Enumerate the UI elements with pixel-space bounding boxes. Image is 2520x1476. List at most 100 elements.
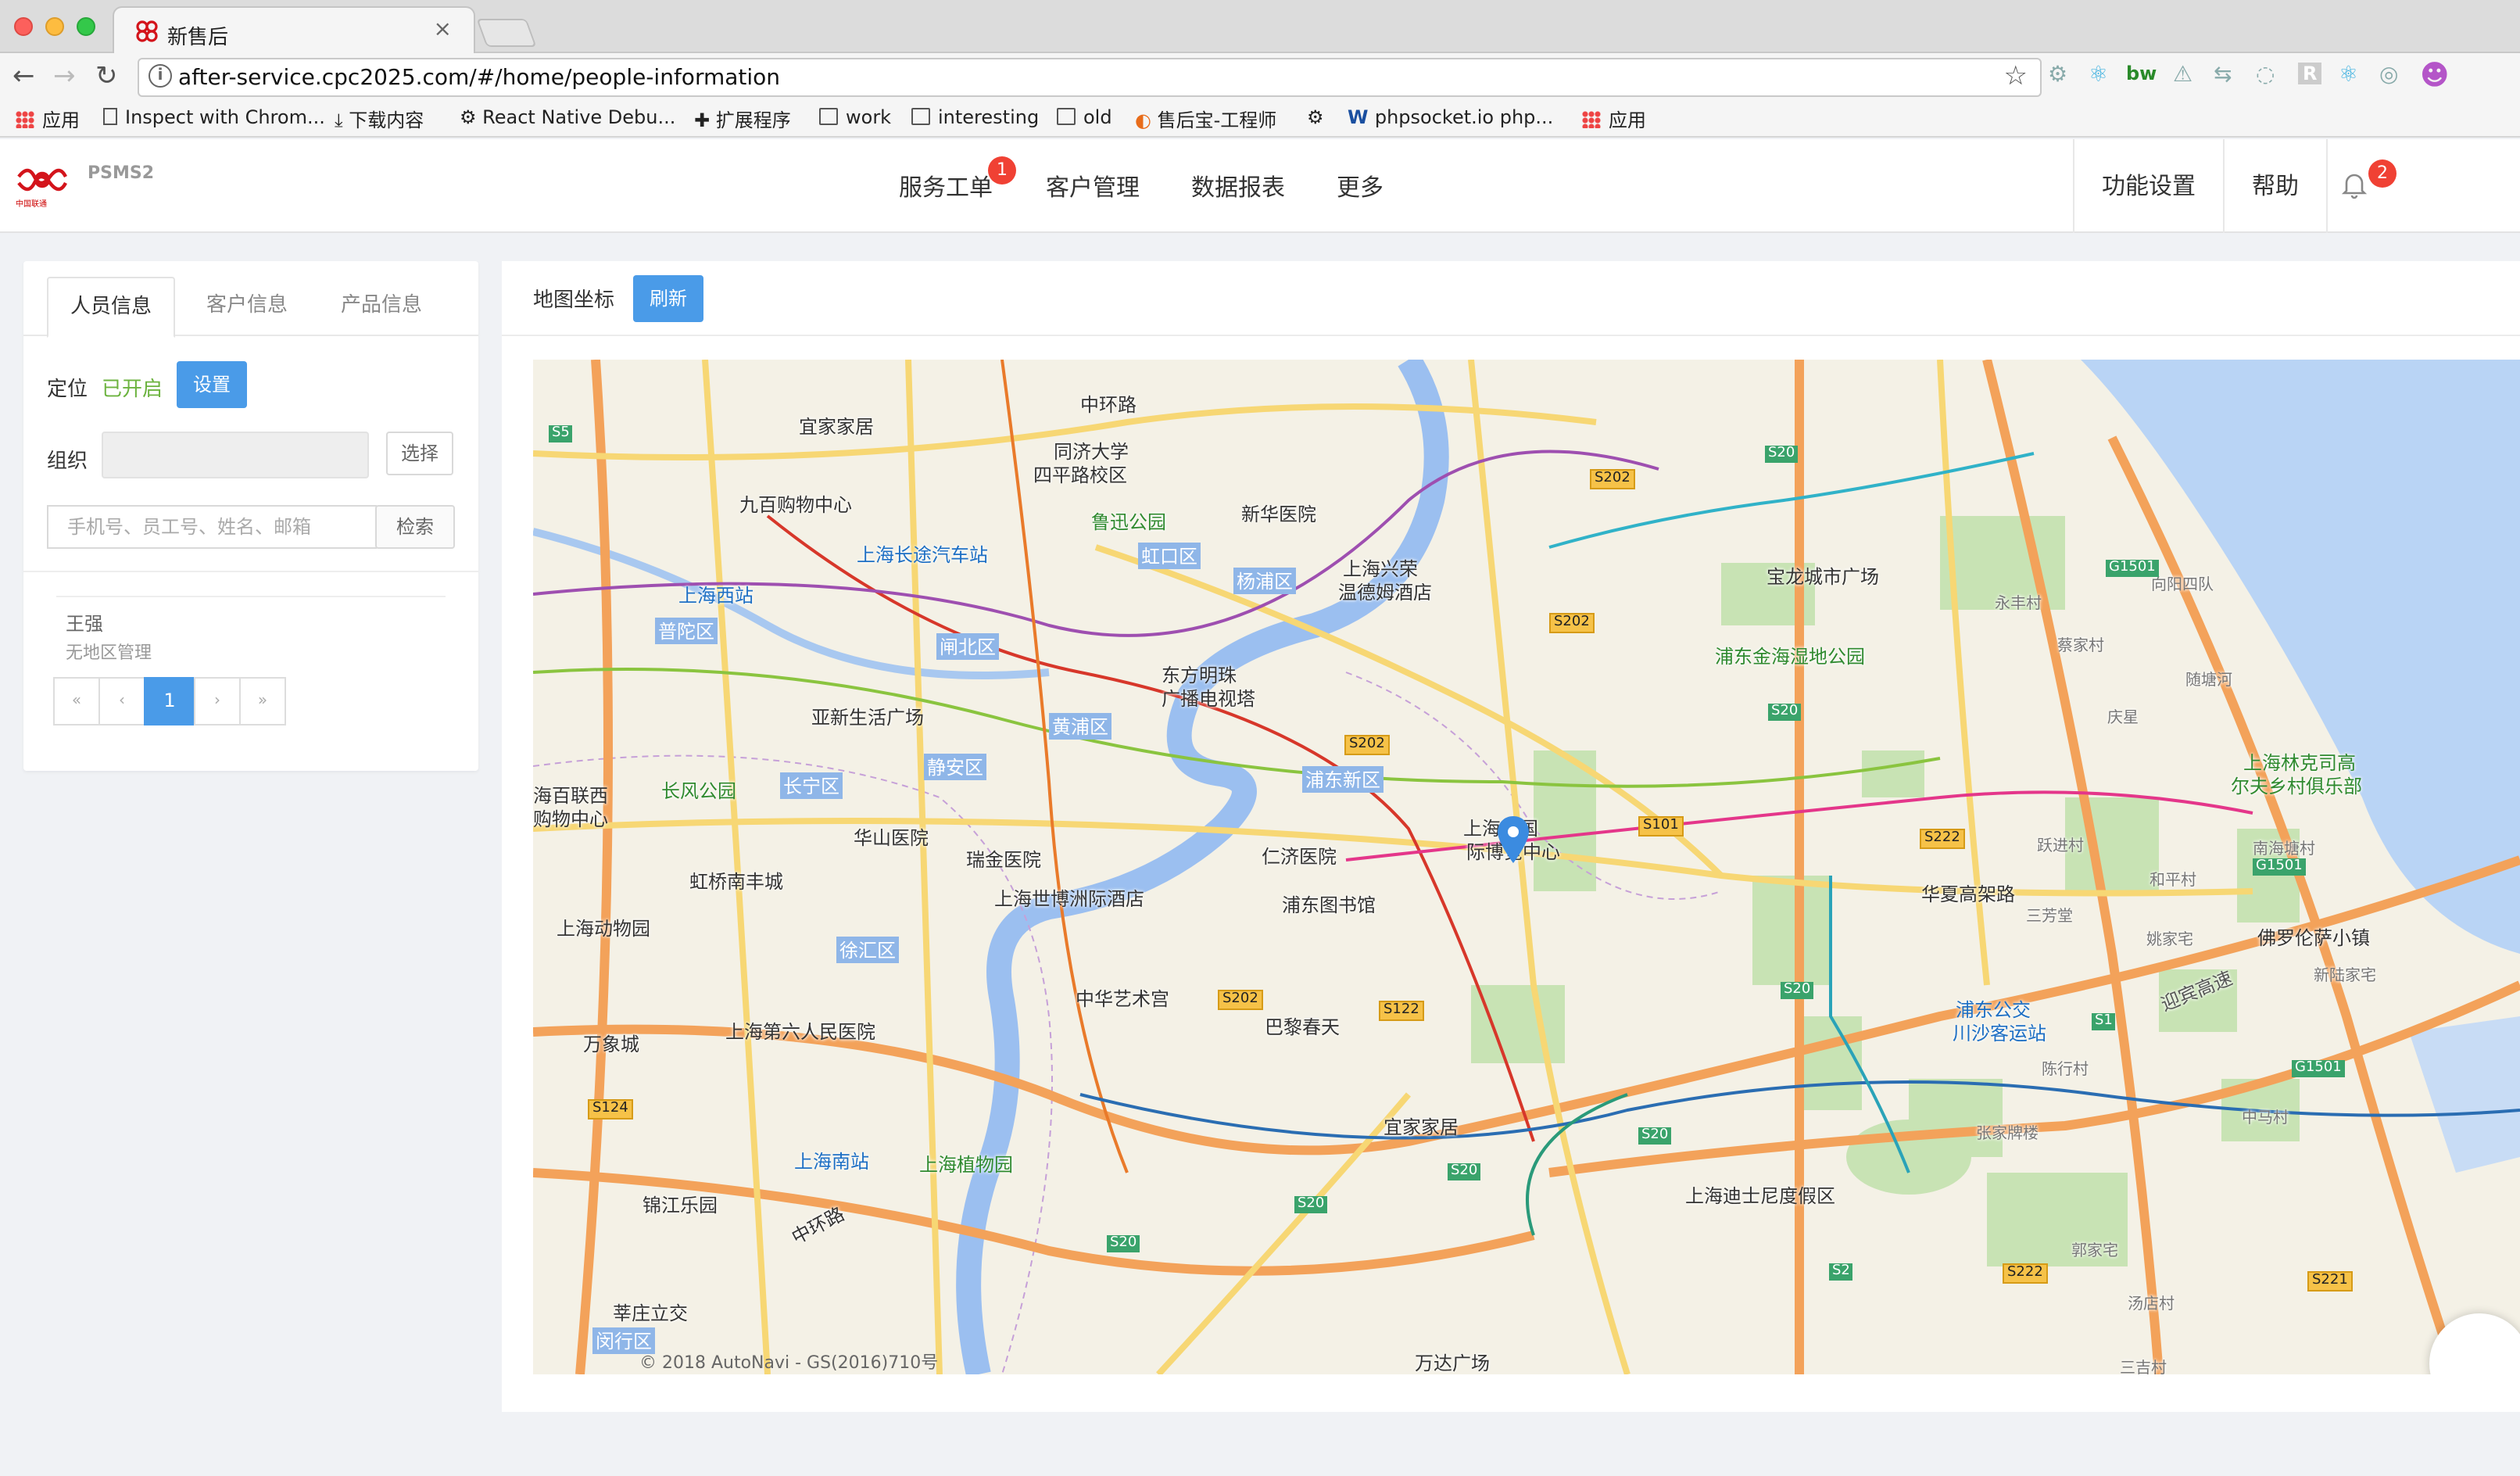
minimize-window-button[interactable] xyxy=(45,17,64,36)
address-bar[interactable]: i after-service.cpc2025.com/#/home/peopl… xyxy=(138,58,2042,97)
bookmark-item[interactable]: ◐ 售后宝-工程师 xyxy=(1135,106,1276,133)
page-1-button[interactable]: 1 xyxy=(144,677,195,725)
extension-icon[interactable]: ◎ xyxy=(2379,63,2398,88)
person-name[interactable]: 王强 xyxy=(66,610,103,636)
map-label: 中华艺术宫 xyxy=(1076,988,1170,1010)
nav-service-orders[interactable]: 服务工单 xyxy=(899,170,993,203)
bookmark-star-icon[interactable]: ☆ xyxy=(2004,61,2028,92)
maximize-window-button[interactable] xyxy=(77,17,95,36)
nav-customer-management[interactable]: 客户管理 xyxy=(1046,170,1140,203)
highway-shield: S202 xyxy=(1218,990,1263,1010)
w-icon: W xyxy=(1348,106,1375,128)
divider xyxy=(56,596,446,597)
bookmark-folder[interactable]: work xyxy=(819,106,891,128)
location-pin-icon[interactable] xyxy=(1498,816,1529,863)
tab-close-icon[interactable]: × xyxy=(434,17,452,42)
tab-product-info[interactable]: 产品信息 xyxy=(317,277,446,338)
highway-shield: G1501 xyxy=(2292,1060,2345,1077)
forward-arrow-icon[interactable]: → xyxy=(53,61,76,92)
refresh-button[interactable]: 刷新 xyxy=(633,275,703,322)
site-info-icon[interactable]: i xyxy=(149,64,172,88)
bookmarks-bar: 应用 Inspect with Chrom... ⤓ 下载内容 ⚙ React … xyxy=(0,100,2520,138)
map-label: 亚新生活广场 xyxy=(811,707,925,729)
puzzle-icon: ✚ xyxy=(694,109,716,131)
map-label: 浦东金海湿地公园 xyxy=(1715,646,1866,668)
map-label: 鲁迅公园 xyxy=(1091,511,1167,533)
extension-icon[interactable]: R xyxy=(2298,63,2322,84)
download-icon: ⤓ xyxy=(335,109,349,131)
extension-icon[interactable]: ⚠ xyxy=(2173,63,2192,88)
map-label: 上海兴荣 xyxy=(1343,558,1419,580)
map-label: 新华医院 xyxy=(1241,503,1317,525)
nav-more[interactable]: 更多 xyxy=(1337,170,1383,203)
bookmark-label: 下载内容 xyxy=(349,109,424,131)
feature-settings-button[interactable]: 功能设置 xyxy=(2073,139,2223,233)
map-label: 上海植物园 xyxy=(919,1154,1014,1176)
close-window-button[interactable] xyxy=(14,17,33,36)
react-extension-icon[interactable]: ⚛ xyxy=(2339,63,2358,88)
search-button[interactable]: 检索 xyxy=(375,505,455,549)
org-field[interactable] xyxy=(102,432,369,478)
extension-icon[interactable]: ◌ xyxy=(2256,63,2275,88)
highway-shield: S202 xyxy=(1549,613,1595,633)
bookmark-item[interactable]: ⚙ xyxy=(1307,106,1324,128)
next-page-button[interactable]: › xyxy=(194,677,241,725)
map-canvas[interactable]: 宜家家居 中环路 同济大学 四平路校区 九百购物中心 鲁迅公园 新华医院 上海长… xyxy=(533,360,2520,1374)
pagination: « ‹ 1 › » xyxy=(53,677,286,725)
bookmark-item[interactable]: ⚙ React Native Debu... xyxy=(460,106,675,128)
bell-icon[interactable] xyxy=(2342,169,2367,200)
bookmark-folder[interactable]: old xyxy=(1057,106,1112,128)
extension-icon[interactable]: ⇆ xyxy=(2214,63,2232,88)
prev-page-button[interactable]: ‹ xyxy=(98,677,145,725)
tab-people-info[interactable]: 人员信息 xyxy=(47,277,175,338)
new-tab-button[interactable] xyxy=(476,19,537,47)
map-label: 新陆家宅 xyxy=(2314,968,2376,985)
bookmark-apps[interactable]: 应用 xyxy=(1582,106,1646,133)
back-arrow-icon[interactable]: ← xyxy=(13,61,35,92)
folder-icon xyxy=(1057,108,1076,125)
bookmark-folder[interactable]: interesting xyxy=(911,106,1039,128)
app-name: PSMS2 xyxy=(88,163,155,183)
location-settings-button[interactable]: 设置 xyxy=(177,361,247,408)
swirl-icon: ◐ xyxy=(1135,109,1158,131)
search-input[interactable]: 手机号、员工号、姓名、邮箱 xyxy=(47,505,377,549)
map-label: 张家牌楼 xyxy=(1976,1126,2039,1143)
map-label: 宜家家居 xyxy=(799,416,875,438)
notification-badge: 2 xyxy=(2368,159,2397,188)
bookmark-item[interactable]: Inspect with Chrom... xyxy=(103,106,325,128)
bookmark-item[interactable]: ⤓ 下载内容 xyxy=(335,106,424,133)
district-label: 普陀区 xyxy=(655,618,718,644)
highway-shield: S5 xyxy=(549,425,573,442)
map-label: 万达广场 xyxy=(1415,1352,1491,1374)
bookmark-item[interactable]: ✚ 扩展程序 xyxy=(694,106,791,133)
bookmark-apps[interactable]: 应用 xyxy=(16,106,80,133)
react-extension-icon[interactable]: ⚛ xyxy=(2089,63,2108,88)
help-button[interactable]: 帮助 xyxy=(2223,139,2326,233)
last-page-button[interactable]: » xyxy=(239,677,286,725)
map-label: 海百联西 xyxy=(533,785,609,807)
reload-icon[interactable]: ↻ xyxy=(95,61,118,92)
tab-customer-info[interactable]: 客户信息 xyxy=(183,277,311,338)
map-label: 华夏高架路 xyxy=(1921,883,2016,905)
highway-shield: S20 xyxy=(1768,704,1802,721)
bookmark-label: old xyxy=(1083,106,1112,128)
nav-data-reports[interactable]: 数据报表 xyxy=(1191,170,1285,203)
bookmark-item[interactable]: W phpsocket.io php... xyxy=(1348,106,1553,128)
map-label: 川沙客运站 xyxy=(1953,1023,2047,1044)
map-label: 浦东公交 xyxy=(1956,999,2031,1021)
select-org-button[interactable]: 选择 xyxy=(386,432,453,475)
extension-icon[interactable]: ⚙ xyxy=(2048,63,2067,88)
district-label: 黄浦区 xyxy=(1049,713,1112,740)
gear-icon: ⚙ xyxy=(1307,106,1324,128)
map-label: 温德姆酒店 xyxy=(1338,582,1433,604)
highway-shield: S101 xyxy=(1638,816,1684,837)
extension-icon[interactable]: bw xyxy=(2126,63,2157,84)
bookmark-label: 售后宝-工程师 xyxy=(1157,109,1277,131)
browser-tab-active[interactable]: 新售后 × xyxy=(113,6,475,55)
apps-grid-icon xyxy=(16,111,34,128)
map-label: 中马村 xyxy=(2242,1110,2289,1127)
district-label: 静安区 xyxy=(924,754,987,780)
map-panel-header: 地图坐标 刷新 xyxy=(502,261,2520,336)
first-page-button[interactable]: « xyxy=(53,677,100,725)
extension-icon[interactable]: ☻ xyxy=(2420,59,2450,92)
